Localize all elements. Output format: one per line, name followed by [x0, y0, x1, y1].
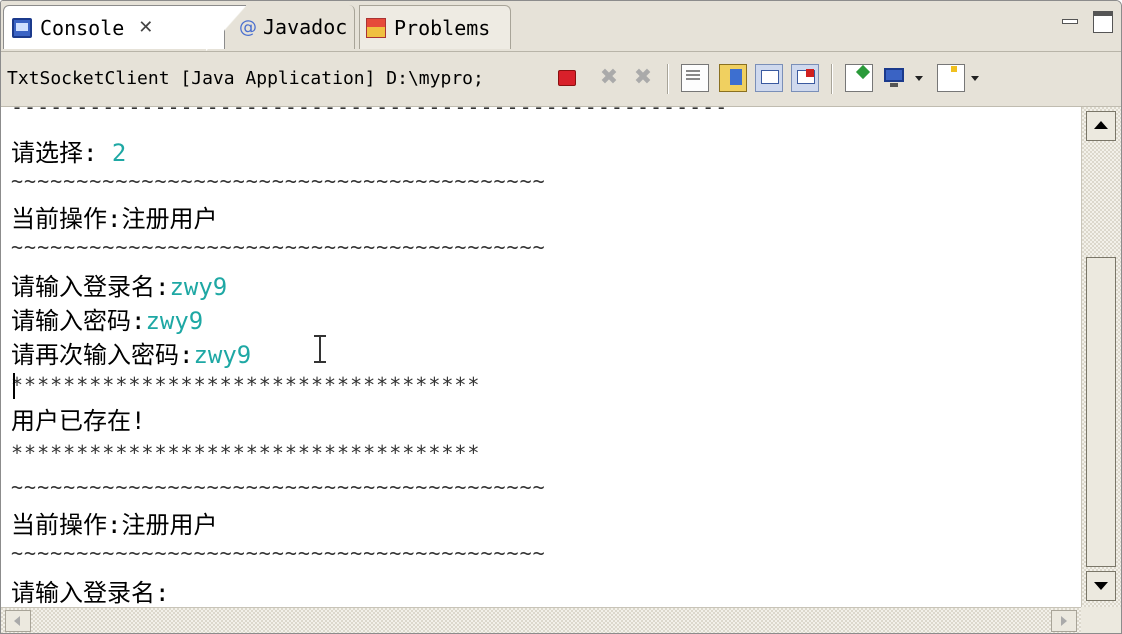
launch-description: TxtSocketClient [Java Application] D:\my…: [7, 68, 484, 89]
maximize-icon[interactable]: [1093, 11, 1113, 33]
chevron-down-icon[interactable]: [915, 76, 923, 81]
tab-javadoc[interactable]: @ Javadoc: [233, 5, 355, 49]
open-console-icon[interactable]: [937, 64, 965, 92]
remove-launch-icon[interactable]: ✖: [595, 64, 623, 92]
chevron-down-icon[interactable]: [971, 76, 979, 81]
show-on-stdout-icon[interactable]: [755, 64, 783, 92]
console-line: 请输入登录名:zwy9: [11, 267, 227, 302]
console-view: Console ✕ @ Javadoc Problems TxtSocketCl…: [0, 0, 1122, 634]
scroll-lock-icon[interactable]: [719, 64, 747, 92]
scroll-up-icon[interactable]: [1086, 111, 1116, 141]
horizontal-scrollbar[interactable]: [1, 607, 1081, 633]
scroll-left-icon[interactable]: [5, 610, 31, 632]
tab-problems-label: Problems: [394, 15, 491, 40]
prompt-text: 请再次输入密码:: [11, 341, 194, 369]
scroll-down-icon[interactable]: [1086, 571, 1116, 601]
pin-console-icon[interactable]: [845, 64, 873, 92]
user-input: zwy9: [169, 273, 228, 301]
tab-console[interactable]: Console ✕: [3, 5, 246, 51]
console-line: ~~~~~~~~~~~~~~~~~~~~~~~~~~~~~~~~~~~~~~~~…: [11, 169, 546, 193]
toolbar-separator: [667, 64, 669, 94]
tab-console-label: Console: [40, 15, 125, 40]
console-line: ----------------------------------------…: [11, 107, 729, 119]
console-line: 当前操作:注册用户: [11, 205, 218, 233]
user-input: zwy9: [193, 341, 252, 369]
scrollbar-thumb[interactable]: [1086, 257, 1116, 567]
console-line: ~~~~~~~~~~~~~~~~~~~~~~~~~~~~~~~~~~~~~~~~…: [11, 235, 546, 259]
terminate-icon[interactable]: [553, 64, 581, 92]
view-tab-bar: Console ✕ @ Javadoc Problems: [1, 1, 1121, 52]
tab-problems[interactable]: Problems: [359, 5, 511, 49]
console-line: 请输入登录名:: [11, 573, 169, 607]
console-line: 用户已存在!: [11, 407, 146, 435]
console-line: 请输入密码:zwy9: [11, 301, 203, 336]
user-input: 2: [111, 139, 127, 167]
scrollbar-corner: [1081, 607, 1121, 633]
toolbar-separator: [831, 64, 833, 94]
console-line: ~~~~~~~~~~~~~~~~~~~~~~~~~~~~~~~~~~~~~~~~…: [11, 475, 546, 499]
console-line: 当前操作:注册用户: [11, 511, 218, 539]
display-selected-console-icon[interactable]: [881, 64, 909, 92]
console-line: ~~~~~~~~~~~~~~~~~~~~~~~~~~~~~~~~~~~~~~~~…: [11, 541, 546, 565]
console-line: 请再次输入密码:zwy9: [11, 335, 251, 370]
text-cursor-icon: [314, 335, 326, 363]
minimize-icon[interactable]: [1059, 11, 1081, 31]
text-caret: [13, 373, 15, 399]
console-toolbar: TxtSocketClient [Java Application] D:\my…: [1, 52, 1121, 107]
clear-console-icon[interactable]: [681, 64, 709, 92]
close-icon[interactable]: ✕: [138, 17, 153, 38]
prompt-text: 请选择:: [11, 139, 112, 167]
console-line: ************************************: [11, 441, 481, 465]
console-icon: [12, 17, 32, 38]
show-on-stderr-icon[interactable]: [791, 64, 819, 92]
remove-all-terminated-icon[interactable]: ✖: [629, 64, 657, 92]
console-line: 请选择: 2: [11, 133, 126, 168]
prompt-text: 请输入密码:: [11, 307, 146, 335]
console-line: ************************************: [11, 373, 481, 397]
console-output[interactable]: ----------------------------------------…: [1, 107, 1081, 607]
problems-icon: [366, 17, 386, 38]
user-input: zwy9: [145, 307, 204, 335]
prompt-text: 请输入登录名:: [11, 579, 170, 607]
prompt-text: 请输入登录名:: [11, 273, 170, 301]
scroll-right-icon[interactable]: [1051, 610, 1077, 632]
vertical-scrollbar[interactable]: [1081, 107, 1121, 607]
tab-javadoc-label: Javadoc: [263, 15, 348, 39]
